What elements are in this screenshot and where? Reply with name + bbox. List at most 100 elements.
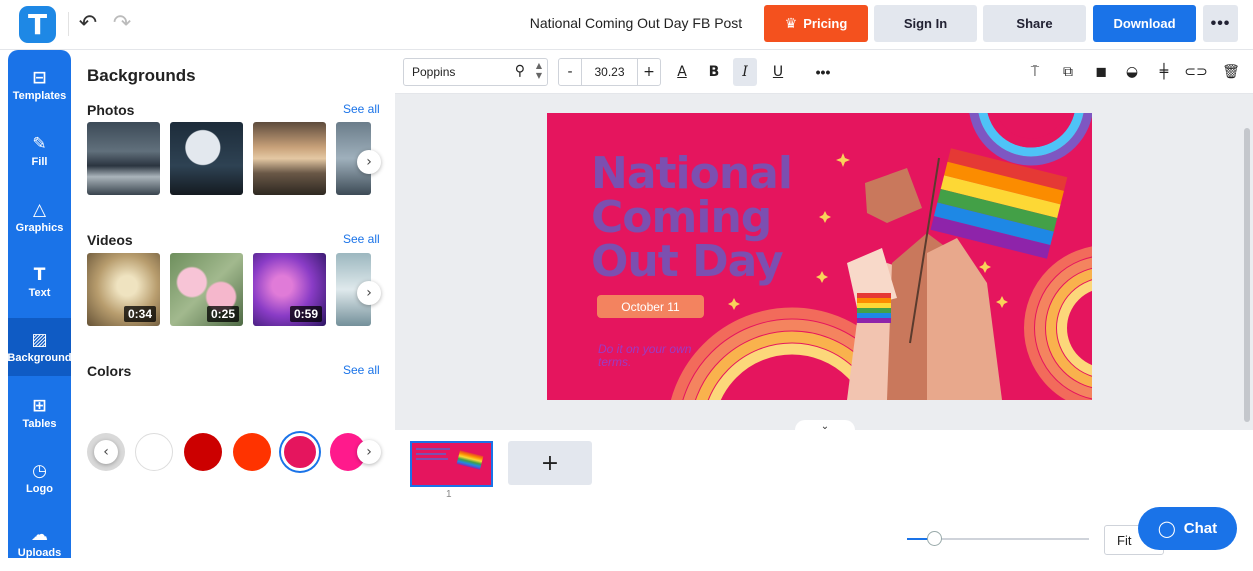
more-text-options-button[interactable]: ••• bbox=[811, 58, 835, 86]
colors-see-all-link[interactable]: See all bbox=[343, 363, 380, 377]
sidebar-item-graphics[interactable]: △ Graphics bbox=[8, 188, 71, 246]
vertical-scrollbar[interactable] bbox=[1244, 128, 1250, 422]
bold-icon[interactable]: B bbox=[703, 58, 725, 86]
thumb-flag bbox=[456, 450, 484, 470]
color-swatch-pink-selected[interactable] bbox=[281, 433, 319, 471]
sidebar-item-label: Templates bbox=[12, 89, 67, 102]
design-canvas[interactable]: National Coming Out Day October 11 Do it… bbox=[547, 113, 1092, 400]
sidebar-item-label: Logo bbox=[26, 482, 53, 495]
thumb-text-line bbox=[416, 458, 448, 460]
sidebar-item-label: Uploads bbox=[17, 546, 62, 559]
thumb-text-line bbox=[416, 453, 446, 455]
zoom-slider-handle[interactable] bbox=[927, 531, 942, 546]
chat-bubble-icon: ◯ bbox=[1157, 519, 1176, 538]
thumb-text-line bbox=[416, 448, 450, 450]
crown-icon: ♛ bbox=[784, 15, 798, 32]
logo-icon: ◷ bbox=[32, 460, 47, 481]
document-title[interactable]: National Coming Out Day FB Post bbox=[520, 15, 752, 31]
sidebar-item-label: Fill bbox=[31, 155, 48, 168]
font-size-increase-button[interactable]: + bbox=[637, 58, 661, 86]
undo-icon[interactable]: ↶ bbox=[76, 11, 100, 36]
video-duration: 0:25 bbox=[206, 306, 239, 322]
color-swatch-red-orange[interactable] bbox=[233, 433, 271, 471]
divider bbox=[68, 12, 69, 36]
redo-icon[interactable]: ↷ bbox=[110, 11, 134, 36]
download-button[interactable]: Download bbox=[1093, 5, 1196, 42]
templates-icon: ⊟ bbox=[32, 67, 47, 88]
canvas-title-line[interactable]: National bbox=[591, 152, 793, 196]
font-family-select[interactable]: Poppins ⚲ ▲ ▼ bbox=[403, 58, 548, 86]
font-size-input[interactable]: 30.23 bbox=[582, 58, 637, 86]
upload-icon: ☁ bbox=[31, 524, 48, 545]
sidebar-item-uploads[interactable]: ☁ Uploads bbox=[8, 513, 71, 571]
videos-see-all-link[interactable]: See all bbox=[343, 232, 380, 246]
colors-next-arrow[interactable]: › bbox=[357, 440, 381, 464]
photos-see-all-link[interactable]: See all bbox=[343, 102, 380, 116]
page-number: 1 bbox=[446, 489, 452, 500]
photo-thumbnail-stormy-sea[interactable] bbox=[87, 122, 160, 195]
share-button[interactable]: Share bbox=[983, 5, 1086, 42]
sidebar-item-tables[interactable]: ⊞ Tables bbox=[8, 384, 71, 442]
more-options-button[interactable]: ••• bbox=[1203, 5, 1238, 42]
layer-icon[interactable]: ◼ bbox=[1091, 62, 1111, 82]
font-name: Poppins bbox=[412, 65, 456, 79]
text-icon: T bbox=[33, 264, 46, 285]
color-swatch-dark-red[interactable] bbox=[184, 433, 222, 471]
pricing-label: Pricing bbox=[803, 16, 848, 31]
link-icon[interactable]: ⊂⊃ bbox=[1184, 62, 1207, 82]
backgrounds-panel: Backgrounds Photos See all › Videos See … bbox=[71, 50, 395, 558]
italic-icon[interactable]: I bbox=[733, 58, 757, 86]
canvas-tagline[interactable]: Do it on your own terms. bbox=[598, 343, 718, 369]
video-thumbnail-blossoms[interactable]: 0:25 bbox=[170, 253, 243, 326]
photo-thumbnail-moon-road[interactable] bbox=[170, 122, 243, 195]
videos-next-arrow[interactable]: › bbox=[357, 281, 381, 305]
sidebar-item-label: Tables bbox=[22, 417, 57, 430]
chevron-left-icon: ‹ bbox=[94, 440, 118, 464]
sign-in-button[interactable]: Sign In bbox=[874, 5, 977, 42]
photos-section-title: Photos bbox=[87, 102, 135, 118]
sidebar-item-fill[interactable]: ✎ Fill bbox=[8, 122, 71, 180]
opacity-icon[interactable]: ◒ bbox=[1122, 62, 1142, 82]
trash-icon[interactable]: 🗑 bbox=[1221, 62, 1241, 82]
color-swatch-white[interactable] bbox=[135, 433, 173, 471]
sidebar-item-label: Text bbox=[28, 286, 51, 299]
search-icon: ⚲ bbox=[514, 63, 525, 79]
pencil-icon: ✎ bbox=[32, 133, 47, 154]
canvas-title-line[interactable]: Out Day bbox=[591, 240, 784, 284]
photos-next-arrow[interactable]: › bbox=[357, 150, 381, 174]
panel-title: Backgrounds bbox=[87, 66, 196, 85]
video-duration: 0:59 bbox=[289, 306, 322, 322]
sidebar-item-templates[interactable]: ⊟ Templates bbox=[8, 56, 71, 114]
paint-roller-icon[interactable]: ⍑ bbox=[1025, 62, 1045, 82]
canvas-title-line[interactable]: Coming bbox=[591, 196, 772, 240]
underline-icon[interactable]: U bbox=[767, 58, 789, 86]
add-page-button[interactable]: + bbox=[508, 441, 592, 485]
videos-section-title: Videos bbox=[87, 232, 133, 248]
video-duration: 0:34 bbox=[123, 306, 156, 322]
top-bar: T ↶ ↷ National Coming Out Day FB Post ♛ … bbox=[0, 0, 1253, 50]
page-thumbnail[interactable] bbox=[410, 441, 493, 487]
canvas-date-badge[interactable]: October 11 bbox=[597, 295, 704, 318]
duplicate-icon[interactable]: ⧉ bbox=[1058, 62, 1078, 82]
chat-button[interactable]: ◯ Chat bbox=[1138, 507, 1237, 550]
table-icon: ⊞ bbox=[32, 395, 47, 416]
photo-thumbnail-misty-mountains[interactable] bbox=[253, 122, 326, 195]
font-size-decrease-button[interactable]: - bbox=[558, 58, 582, 86]
video-thumbnail-forest[interactable]: 0:34 bbox=[87, 253, 160, 326]
align-icon[interactable]: ╪ bbox=[1154, 62, 1174, 82]
sidebar: ⊟ Templates ✎ Fill △ Graphics T Text ▨ B… bbox=[7, 50, 72, 559]
colors-section-title: Colors bbox=[87, 363, 132, 379]
sidebar-item-logo[interactable]: ◷ Logo bbox=[8, 449, 71, 507]
pricing-button[interactable]: ♛ Pricing bbox=[764, 5, 868, 42]
sidebar-item-label: Background bbox=[7, 351, 72, 364]
sidebar-item-background[interactable]: ▨ Background bbox=[7, 318, 72, 376]
video-thumbnail-purple-smoke[interactable]: 0:59 bbox=[253, 253, 326, 326]
sidebar-item-text[interactable]: T Text bbox=[8, 253, 71, 311]
text-toolbar: Poppins ⚲ ▲ ▼ - 30.23 + A B I U ••• ⍑ ⧉ ◼… bbox=[395, 50, 1253, 94]
spinner-icon[interactable]: ▲ ▼ bbox=[536, 61, 542, 81]
color-prev-arrow[interactable]: ‹ bbox=[87, 433, 125, 471]
text-color-icon[interactable]: A bbox=[671, 58, 693, 86]
chat-label: Chat bbox=[1183, 520, 1218, 537]
shapes-icon: △ bbox=[32, 199, 47, 220]
app-logo[interactable]: T bbox=[19, 6, 56, 43]
